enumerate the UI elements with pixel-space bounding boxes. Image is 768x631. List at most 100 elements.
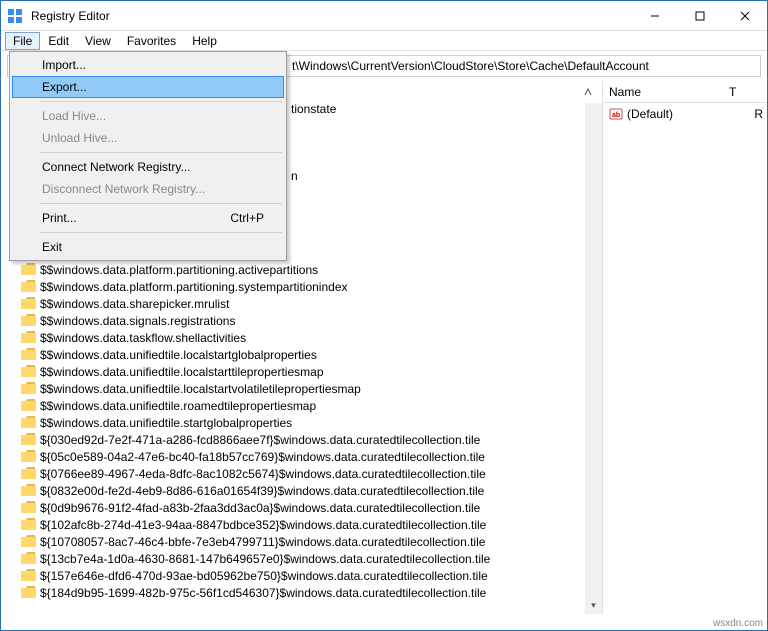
tree-item[interactable]: $$windows.data.platform.partitioning.sys… <box>1 278 602 295</box>
menu-load-hive: Load Hive... <box>12 105 284 127</box>
tree-item[interactable]: $$windows.data.platform.partitioning.act… <box>1 261 602 278</box>
value-column-headers: Name T <box>603 81 767 103</box>
tree-item-label: ${030ed92d-7e2f-471a-a286-fcd8866aee7f}$… <box>40 433 480 447</box>
folder-icon <box>21 263 36 276</box>
scroll-up-icon[interactable] <box>585 103 602 120</box>
title-bar: Registry Editor <box>1 1 767 31</box>
folder-icon <box>21 518 36 531</box>
tree-item[interactable]: $$windows.data.signals.registrations <box>1 312 602 329</box>
tree-item-label: ${0d9b9676-91f2-4fad-a83b-2faa3dd3ac0a}$… <box>40 501 480 515</box>
folder-icon <box>21 552 36 565</box>
folder-icon <box>21 416 36 429</box>
value-type-label: R <box>754 107 765 121</box>
tree-item-label: $$windows.data.unifiedtile.roamedtilepro… <box>40 399 316 413</box>
menu-print[interactable]: Print...Ctrl+P <box>12 207 284 229</box>
file-menu-dropdown: Import... Export... Load Hive... Unload … <box>9 51 287 261</box>
menu-import[interactable]: Import... <box>12 54 284 76</box>
tree-item[interactable]: $$windows.data.unifiedtile.localstarttil… <box>1 363 602 380</box>
folder-icon <box>21 450 36 463</box>
tree-list[interactable]: $$windows.data.platform.partitioning.act… <box>1 261 602 614</box>
folder-icon <box>21 331 36 344</box>
folder-icon <box>21 399 36 412</box>
app-icon <box>7 8 23 24</box>
tree-item[interactable]: $$windows.data.unifiedtile.localstartglo… <box>1 346 602 363</box>
watermark: wsxdn.com <box>713 618 763 629</box>
menu-separator <box>40 101 282 102</box>
menu-connect-network[interactable]: Connect Network Registry... <box>12 156 284 178</box>
value-row-default[interactable]: ab (Default) R <box>605 105 765 122</box>
folder-icon <box>21 586 36 599</box>
tree-item[interactable]: $$windows.data.unifiedtile.startglobalpr… <box>1 414 602 431</box>
menu-separator <box>40 203 282 204</box>
tree-item[interactable]: ${13cb7e4a-1d0a-4630-8681-147b649657e0}$… <box>1 550 602 567</box>
menu-separator <box>40 232 282 233</box>
tree-item-label: ${10708057-8ac7-46c4-bbfe-7e3eb4799711}$… <box>40 535 485 549</box>
tree-item-label: ${0766ee89-4967-4eda-8dfc-8ac1082c5674}$… <box>40 467 486 481</box>
tree-item-label: ${0832e00d-fe2d-4eb9-8d86-616a01654f39}$… <box>40 484 484 498</box>
folder-icon <box>21 535 36 548</box>
tree-item-label: ${13cb7e4a-1d0a-4630-8681-147b649657e0}$… <box>40 552 490 566</box>
window-controls <box>632 1 767 31</box>
tree-item-label: ${184d9b95-1699-482b-975c-56f1cd546307}$… <box>40 586 486 600</box>
svg-text:ab: ab <box>612 112 620 119</box>
scrollbar[interactable]: ▾ <box>585 103 602 614</box>
menu-favorites[interactable]: Favorites <box>119 32 184 50</box>
folder-icon <box>21 501 36 514</box>
menu-bar: File Edit View Favorites Help <box>1 31 767 51</box>
tree-item-label: $$windows.data.unifiedtile.startglobalpr… <box>40 416 292 430</box>
tree-item[interactable]: $$windows.data.unifiedtile.localstartvol… <box>1 380 602 397</box>
maximize-button[interactable] <box>677 1 722 31</box>
menu-disconnect-network: Disconnect Network Registry... <box>12 178 284 200</box>
tree-item-label: $$windows.data.unifiedtile.localstartvol… <box>40 382 361 396</box>
tree-item-label: $$windows.data.unifiedtile.localstartglo… <box>40 348 317 362</box>
folder-icon <box>21 382 36 395</box>
folder-icon <box>21 569 36 582</box>
tree-item-label: $$windows.data.platform.partitioning.sys… <box>40 280 348 294</box>
tree-item[interactable]: ${157e646e-dfd6-470d-93ae-bd05962be750}$… <box>1 567 602 584</box>
menu-edit[interactable]: Edit <box>40 32 77 50</box>
col-name[interactable]: Name <box>603 85 723 99</box>
menu-help[interactable]: Help <box>184 32 225 50</box>
tree-item[interactable]: ${0832e00d-fe2d-4eb9-8d86-616a01654f39}$… <box>1 482 602 499</box>
window-title: Registry Editor <box>29 9 632 23</box>
tree-item[interactable]: ${0766ee89-4967-4eda-8dfc-8ac1082c5674}$… <box>1 465 602 482</box>
tree-item[interactable]: $$windows.data.unifiedtile.roamedtilepro… <box>1 397 602 414</box>
string-value-icon: ab <box>609 107 623 121</box>
tree-item[interactable]: ${10708057-8ac7-46c4-bbfe-7e3eb4799711}$… <box>1 533 602 550</box>
tree-item[interactable]: ${05c0e589-04a2-47e6-bc40-fa18b57cc769}$… <box>1 448 602 465</box>
folder-icon <box>21 467 36 480</box>
menu-view[interactable]: View <box>77 32 119 50</box>
tree-item[interactable]: $$windows.data.sharepicker.mrulist <box>1 295 602 312</box>
folder-icon <box>21 297 36 310</box>
scroll-down-icon[interactable]: ▾ <box>585 597 602 614</box>
menu-unload-hive: Unload Hive... <box>12 127 284 149</box>
col-type[interactable]: T <box>723 85 742 99</box>
tree-item[interactable]: ${030ed92d-7e2f-471a-a286-fcd8866aee7f}$… <box>1 431 602 448</box>
value-list: ab (Default) R <box>603 103 767 124</box>
tree-item-label: $$windows.data.platform.partitioning.act… <box>40 263 318 277</box>
folder-icon <box>21 348 36 361</box>
tree-item-label: ${102afc8b-274d-41e3-94aa-8847bdbce352}$… <box>40 518 486 532</box>
menu-separator <box>40 152 282 153</box>
tree-item-label: $$windows.data.unifiedtile.localstarttil… <box>40 365 324 379</box>
tree-item[interactable]: $$windows.data.taskflow.shellactivities <box>1 329 602 346</box>
menu-export[interactable]: Export... <box>12 76 284 98</box>
menu-exit[interactable]: Exit <box>12 236 284 258</box>
tree-item[interactable]: ${0d9b9676-91f2-4fad-a83b-2faa3dd3ac0a}$… <box>1 499 602 516</box>
tree-item-label: ${05c0e589-04a2-47e6-bc40-fa18b57cc769}$… <box>40 450 485 464</box>
close-button[interactable] <box>722 1 767 31</box>
folder-icon <box>21 314 36 327</box>
folder-icon <box>21 484 36 497</box>
tree-item-label: ${157e646e-dfd6-470d-93ae-bd05962be750}$… <box>40 569 488 583</box>
folder-icon <box>21 365 36 378</box>
tree-item-label: $$windows.data.sharepicker.mrulist <box>40 297 229 311</box>
menu-file[interactable]: File <box>5 32 40 50</box>
tree-item[interactable]: ${184d9b95-1699-482b-975c-56f1cd546307}$… <box>1 584 602 601</box>
tree-item[interactable]: ${102afc8b-274d-41e3-94aa-8847bdbce352}$… <box>1 516 602 533</box>
minimize-button[interactable] <box>632 1 677 31</box>
value-pane: Name T ab (Default) R <box>603 81 767 614</box>
tree-item-label: $$windows.data.signals.registrations <box>40 314 235 328</box>
value-name-label: (Default) <box>627 107 754 121</box>
folder-icon <box>21 433 36 446</box>
tree-item-label: $$windows.data.taskflow.shellactivities <box>40 331 246 345</box>
